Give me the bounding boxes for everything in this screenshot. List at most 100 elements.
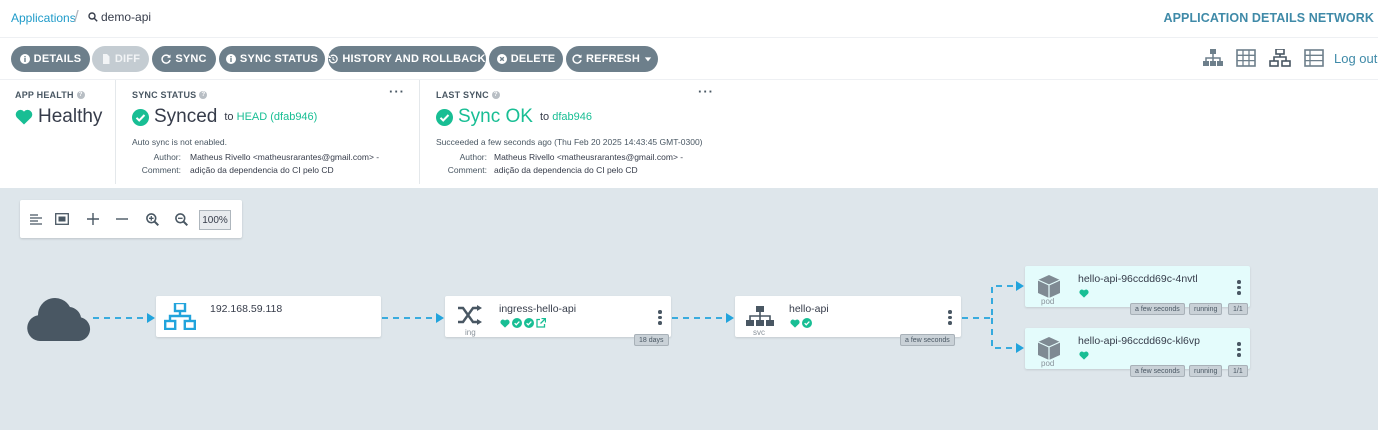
details-label: DETAILS [33,53,82,65]
sync-button[interactable]: SYNC [152,46,216,72]
last-sync-revision-link[interactable]: dfab946 [552,111,592,123]
help-icon[interactable]: ? [199,91,208,99]
app-health-value: Healthy [38,106,103,127]
zoom-in-icon[interactable] [142,209,162,229]
sync-status-more-menu[interactable]: ··· [389,84,405,99]
node-kind: pod [1041,297,1055,306]
heart-icon [1079,351,1089,360]
auto-sync-note: Auto sync is not enabled. [132,137,227,147]
node-name: hello-api-96ccdd69c-4nvtl [1078,273,1198,285]
app-health-title: APP HEALTH ? [15,90,85,100]
breadcrumb-current[interactable]: demo-api [88,10,151,24]
panel-divider [419,80,420,184]
zoom-toolbar: 100% [20,200,242,238]
fit-to-screen-icon[interactable] [52,209,72,229]
details-button[interactable]: DETAILS [11,46,90,72]
comment-value: adição da dependencia do CI pelo CD [190,165,334,175]
minus-icon[interactable] [112,209,132,229]
cloud-icon [27,297,91,341]
times-circle-icon [496,54,507,64]
sync-icon [161,54,172,64]
node-kind: svc [753,328,765,337]
panel-divider [115,80,116,184]
refresh-button[interactable]: REFRESH [566,46,658,72]
network-view-icon[interactable] [1268,48,1292,68]
comment-value: adição da dependencia do CI pelo CD [494,165,638,175]
breadcrumb-app-name: demo-api [101,10,152,24]
service-node[interactable]: svc hello-api a few seconds [735,296,961,346]
status-tag: running [1189,303,1223,315]
load-balancer-node[interactable]: 192.168.59.118 [156,296,381,337]
sync-status-button[interactable]: SYNC STATUS [219,46,325,72]
random-icon [458,305,482,325]
node-status-icons [1079,351,1089,360]
delete-button[interactable]: DELETE [489,46,563,72]
delete-label: DELETE [510,53,556,65]
tree-view-icon[interactable] [1201,48,1225,68]
diff-label: DIFF [114,53,141,65]
node-status-icons [790,318,812,328]
sync-status-target: to HEAD (dfab946) [224,111,317,123]
breadcrumb-applications-link[interactable]: Applications [11,11,76,25]
last-sync-value-row: Sync OK to dfab946 [436,106,592,128]
align-left-icon[interactable] [26,209,46,229]
author-label: Author: [153,152,181,162]
help-icon[interactable]: ? [76,91,85,99]
age-tag: a few seconds [900,334,955,346]
pod-node[interactable]: pod hello-api-96ccdd69c-kl6vp a few seco… [1025,328,1250,377]
search-icon [88,12,98,22]
pod-node[interactable]: pod hello-api-96ccdd69c-4nvtl a few seco… [1025,266,1250,315]
check-circle-icon [512,318,522,328]
node-name: hello-api-96ccdd69c-kl6vp [1078,335,1200,347]
ingress-node[interactable]: ing ingress-hello-api 18 days [445,296,671,346]
network-graph[interactable]: 100% 192.168.59.118 ing ingress-hello-ap… [0,188,1378,430]
external-link-icon[interactable] [536,318,546,328]
cube-icon [1038,337,1060,360]
file-icon [102,54,110,64]
node-menu-icon[interactable] [1237,280,1241,295]
sync-status-label: SYNC STATUS [239,53,319,65]
node-menu-icon[interactable] [1237,342,1241,357]
app-health-status: Healthy [15,106,102,128]
list-view-icon[interactable] [1302,48,1326,68]
logout-link[interactable]: Log out [1334,51,1377,66]
node-menu-icon[interactable] [948,310,952,325]
age-tag: a few seconds [1130,303,1185,315]
heart-icon [790,319,800,328]
last-sync-title-text: LAST SYNC [436,90,489,100]
sync-status-title: SYNC STATUS ? [132,90,208,100]
node-name: 192.168.59.118 [210,303,283,315]
history-rollback-button[interactable]: HISTORY AND ROLLBACK [328,46,486,72]
author-value: Matheus Rivello <matheusrarantes@gmail.c… [190,152,380,162]
refresh-icon [572,54,582,64]
last-sync-title: LAST SYNC ? [436,90,500,100]
history-label: HISTORY AND ROLLBACK [342,53,486,65]
node-status-icons [1079,289,1089,298]
top-bar: Applications / demo-api APPLICATION DETA… [0,0,1378,38]
node-kind: ing [465,328,476,337]
caret-down-icon [644,57,652,62]
info-icon [19,54,30,64]
check-circle-icon [802,318,812,328]
action-bar: DETAILS DIFF SYNC SYNC STATUS HISTORY AN… [0,39,1378,80]
last-sync-more-menu[interactable]: ··· [698,84,714,99]
author-value: Matheus Rivello <matheusrarantes@gmail.c… [494,152,684,162]
node-kind: pod [1041,359,1055,368]
sync-status-value: Synced [154,106,218,127]
sync-status-title-text: SYNC STATUS [132,90,197,100]
help-icon[interactable]: ? [491,91,500,99]
zoom-out-icon[interactable] [171,209,191,229]
check-circle-icon [132,108,149,126]
status-tag: running [1189,365,1223,377]
page-title: APPLICATION DETAILS NETWORK [1163,11,1374,25]
diff-button[interactable]: DIFF [92,46,149,72]
node-menu-icon[interactable] [658,310,662,325]
sync-label: SYNC [175,53,207,65]
sync-status-revision-link[interactable]: HEAD (dfab946) [237,111,318,123]
app-health-title-text: APP HEALTH [15,90,74,100]
heart-icon [15,109,33,125]
pods-view-icon[interactable] [1234,48,1258,68]
node-name: ingress-hello-api [499,303,577,315]
plus-icon[interactable] [83,209,103,229]
sync-status-value-row: Synced to HEAD (dfab946) [132,106,317,128]
